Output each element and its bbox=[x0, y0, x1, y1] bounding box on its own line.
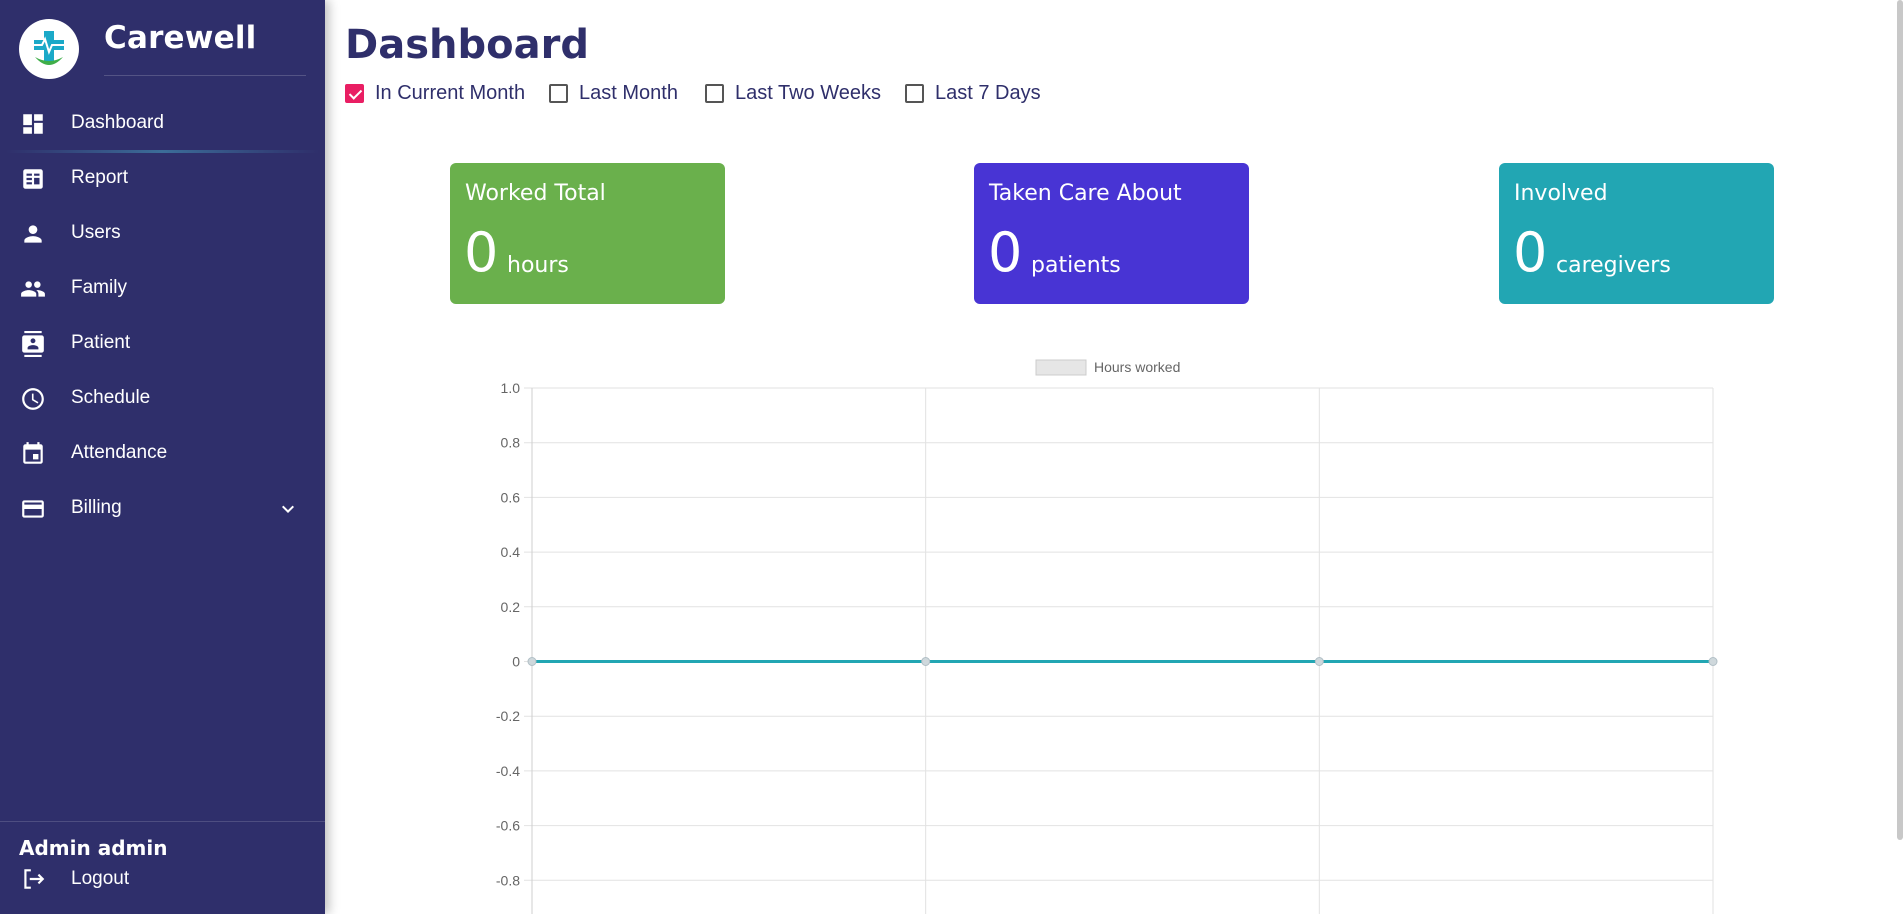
brand-name: Carewell bbox=[104, 20, 257, 56]
y-tick-label: 0.6 bbox=[501, 489, 521, 505]
checkbox[interactable] bbox=[905, 84, 924, 103]
card-value: 0 bbox=[464, 221, 499, 284]
brand: Carewell bbox=[0, 0, 325, 90]
credit-card-icon bbox=[22, 500, 44, 518]
card-involved: Involved 0 caregivers bbox=[1499, 163, 1774, 304]
y-tick-label: 0.8 bbox=[501, 435, 521, 451]
brand-divider bbox=[104, 75, 306, 76]
y-tick-label: -0.6 bbox=[496, 818, 520, 834]
card-title: Worked Total bbox=[465, 181, 606, 206]
y-tick-label: 0.4 bbox=[501, 544, 521, 560]
sidebar-item-schedule[interactable]: Schedule bbox=[0, 371, 325, 426]
sidebar-item-label: Attendance bbox=[71, 442, 168, 463]
patient-icon bbox=[22, 331, 44, 357]
y-tick-label: 0.2 bbox=[501, 599, 521, 615]
clock-icon bbox=[22, 388, 44, 410]
card-unit: hours bbox=[507, 253, 569, 278]
logout-icon bbox=[24, 869, 45, 889]
sidebar-item-label: Schedule bbox=[71, 387, 151, 408]
sidebar-item-label: Billing bbox=[71, 497, 122, 518]
sidebar-item-report[interactable]: Report bbox=[0, 151, 325, 206]
sidebar-item-patient[interactable]: Patient bbox=[0, 316, 325, 371]
medical-cross-logo-icon bbox=[33, 31, 65, 65]
data-point bbox=[1708, 657, 1718, 666]
y-tick-label: -0.4 bbox=[496, 763, 520, 779]
user-icon bbox=[24, 225, 42, 243]
card-value: 0 bbox=[988, 221, 1023, 284]
sidebar-item-label: Patient bbox=[71, 332, 131, 353]
card-unit: caregivers bbox=[1556, 253, 1671, 278]
sidebar-item-label: Family bbox=[71, 277, 127, 298]
family-icon bbox=[21, 281, 45, 297]
filter-label: Last 7 Days bbox=[935, 82, 1041, 104]
sidebar-item-dashboard[interactable]: Dashboard bbox=[0, 96, 325, 153]
page-title: Dashboard bbox=[345, 22, 589, 68]
filter-label: Last Month bbox=[579, 82, 678, 104]
sidebar-item-family[interactable]: Family bbox=[0, 261, 325, 316]
chevron-down-icon[interactable] bbox=[276, 497, 300, 521]
filter-label: In Current Month bbox=[375, 82, 526, 104]
hours-worked-chart: Hours worked 1.0 0.8 0.6 0.4 0.2 0 -0.2 -0.4 -0.6… bbox=[460, 352, 1730, 914]
logout-label: Logout bbox=[71, 868, 130, 889]
sidebar-item-billing[interactable]: Billing bbox=[0, 481, 325, 536]
sidebar-item-label: Dashboard bbox=[71, 112, 164, 133]
y-tick-label: -0.2 bbox=[496, 708, 520, 724]
report-icon bbox=[23, 169, 43, 189]
scrollbar[interactable] bbox=[1897, 0, 1903, 840]
data-point bbox=[527, 657, 537, 666]
calendar-icon bbox=[23, 442, 43, 464]
sidebar: Carewell Dashboard Report Users Family P… bbox=[0, 0, 325, 914]
logout-button[interactable]: Logout bbox=[0, 862, 200, 894]
filter-label: Last Two Weeks bbox=[735, 82, 881, 104]
card-taken-care-about: Taken Care About 0 patients bbox=[974, 163, 1249, 304]
sidebar-item-users[interactable]: Users bbox=[0, 206, 325, 261]
legend-swatch bbox=[1035, 359, 1087, 376]
card-worked-total: Worked Total 0 hours bbox=[450, 163, 725, 304]
dashboard-icon bbox=[23, 114, 43, 134]
sidebar-item-attendance[interactable]: Attendance bbox=[0, 426, 325, 481]
card-title: Involved bbox=[1514, 181, 1608, 206]
data-point bbox=[1314, 657, 1324, 666]
logo[interactable] bbox=[19, 19, 79, 79]
y-tick-label: 1.0 bbox=[501, 380, 521, 396]
sidebar-footer-divider bbox=[0, 821, 325, 822]
checkbox[interactable] bbox=[549, 84, 568, 103]
y-tick-label: 0 bbox=[512, 654, 520, 670]
current-user-name: Admin admin bbox=[19, 836, 168, 860]
chart-svg: Hours worked 1.0 0.8 0.6 0.4 0.2 0 -0.2 -0.4 -0.6… bbox=[496, 359, 1718, 914]
card-title: Taken Care About bbox=[989, 181, 1182, 206]
sidebar-item-label: Report bbox=[71, 167, 129, 188]
legend-label: Hours worked bbox=[1094, 359, 1180, 375]
card-unit: patients bbox=[1031, 253, 1121, 278]
checkbox[interactable] bbox=[705, 84, 724, 103]
card-value: 0 bbox=[1513, 221, 1548, 284]
y-tick-label: -0.8 bbox=[496, 872, 520, 888]
sidebar-item-label: Users bbox=[71, 222, 121, 243]
data-point bbox=[921, 657, 931, 666]
checkbox-checked[interactable] bbox=[345, 84, 364, 103]
